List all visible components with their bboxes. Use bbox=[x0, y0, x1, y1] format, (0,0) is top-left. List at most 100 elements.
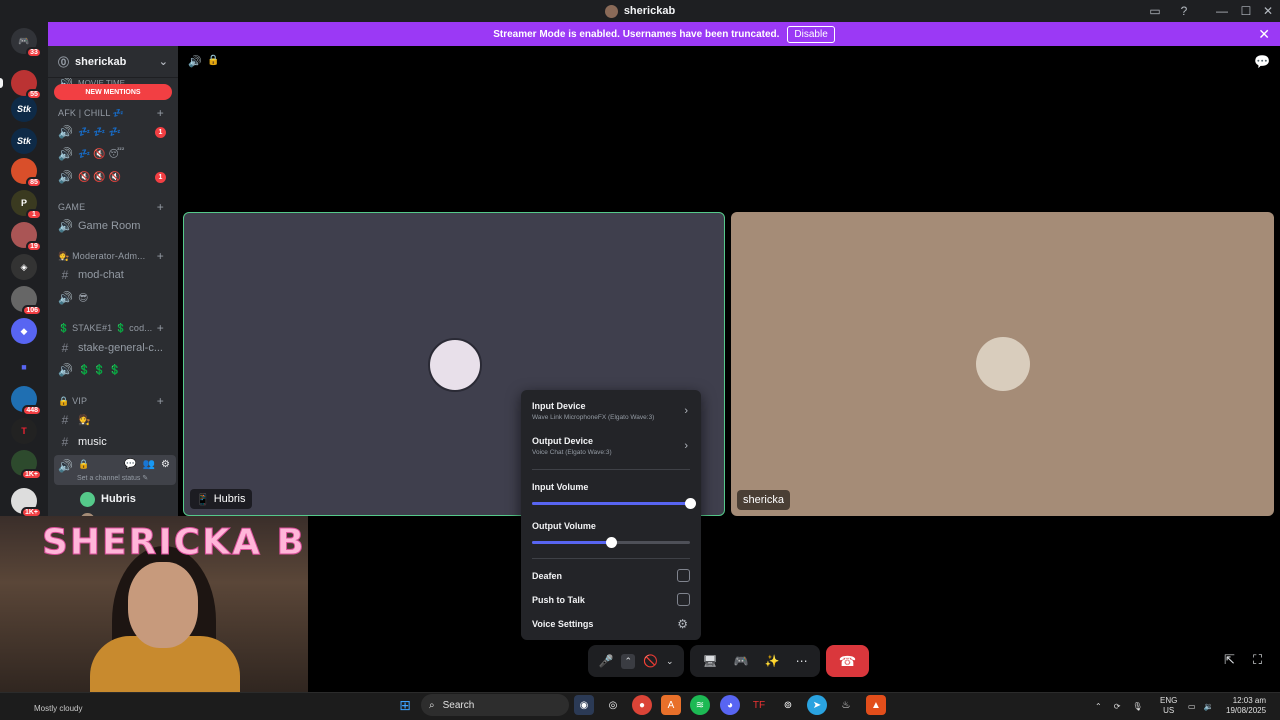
add-channel-icon[interactable]: + bbox=[157, 200, 164, 214]
voice-channel-mod[interactable]: 🔊 😎 bbox=[54, 288, 176, 308]
deafen-toggle-row[interactable]: Deafen bbox=[532, 571, 690, 581]
server-icon-2[interactable]: 85 bbox=[11, 158, 42, 188]
disconnect-button[interactable]: ☎ bbox=[826, 645, 869, 677]
voice-channel-game-room[interactable]: 🔊 Game Room bbox=[54, 216, 176, 236]
sync-icon[interactable]: ⟳ bbox=[1114, 702, 1121, 711]
server-header[interactable]: ⓪ sherickab ⌄ bbox=[48, 46, 178, 78]
category-moderator[interactable]: 🧑‍⚖️ Moderator-Adm... + bbox=[58, 248, 176, 264]
discord-icon[interactable]: ◕ bbox=[720, 695, 740, 715]
voice-user-hubris[interactable]: Hubris bbox=[76, 489, 176, 509]
server-icon-3[interactable]: P1 bbox=[11, 190, 42, 220]
server-icon-8[interactable]: 448 bbox=[11, 386, 42, 416]
slider-handle[interactable] bbox=[606, 537, 617, 548]
weather-text[interactable]: Mostly cloudy bbox=[34, 704, 82, 713]
voice-channel-afk2[interactable]: 🔊 💤 🔇 😴 bbox=[54, 144, 176, 164]
camera-off-icon[interactable]: 🚫 bbox=[643, 654, 658, 668]
text-channel-stake-general[interactable]: # stake-general-c... bbox=[54, 338, 176, 358]
category-stake[interactable]: 💲 STAKE#1 💲 cod... + bbox=[58, 320, 176, 336]
direct-messages-icon[interactable]: 🎮 33 bbox=[11, 28, 42, 58]
server-icon-6[interactable]: 106 bbox=[11, 286, 42, 316]
soundboard-icon[interactable]: ✨ bbox=[765, 654, 780, 668]
deafen-checkbox[interactable] bbox=[677, 569, 690, 582]
server-icon-1[interactable]: 55 bbox=[0, 70, 42, 100]
input-device-menu-item[interactable]: Input Device Wave Link MicrophoneFX (Elg… bbox=[532, 401, 690, 421]
server-icon-10[interactable]: 1K+ bbox=[11, 450, 42, 480]
channel-name: 😎 bbox=[78, 292, 89, 304]
steam-icon[interactable]: ♨ bbox=[836, 695, 856, 715]
title-avatar bbox=[604, 4, 618, 18]
category-game[interactable]: GAME + bbox=[58, 199, 176, 215]
voice-channel-stake[interactable]: 🔊 💲 💲 💲 bbox=[54, 360, 176, 380]
pop-out-icon[interactable]: ⇱ bbox=[1224, 652, 1235, 668]
new-mentions-button[interactable]: NEW MENTIONS bbox=[54, 84, 172, 100]
settings-icon[interactable]: ⚙ bbox=[161, 459, 170, 470]
menu-sublabel: Wave Link MicrophoneFX (Elgato Wave:3) bbox=[532, 414, 655, 421]
push-to-talk-row[interactable]: Push to Talk bbox=[532, 595, 690, 605]
category-vip[interactable]: 🔒 VIP + bbox=[58, 393, 176, 409]
screen-share-icon[interactable]: 🖥 bbox=[702, 654, 717, 668]
category-afk[interactable]: AFK | CHILL 💤 + bbox=[58, 105, 176, 121]
close-banner-button[interactable]: ✕ bbox=[1258, 22, 1270, 46]
language-indicator[interactable]: ENG US bbox=[1160, 692, 1177, 720]
input-volume-slider[interactable] bbox=[532, 498, 696, 509]
microphone-icon[interactable]: 🎤 bbox=[599, 654, 614, 668]
output-volume-slider[interactable] bbox=[532, 537, 690, 548]
chat-bubble-icon[interactable]: 💬 bbox=[1254, 54, 1270, 70]
taskbar-search[interactable]: ⌕ Search bbox=[421, 694, 569, 716]
voice-channel-afk1[interactable]: 🔊 💤 💤 💤 1 bbox=[54, 122, 176, 142]
chrome-icon[interactable]: ● bbox=[632, 695, 652, 715]
audio-options-chevron-icon[interactable]: ⌃ bbox=[621, 653, 635, 669]
region-code: US bbox=[1163, 706, 1175, 715]
camera-options-chevron-icon[interactable]: ⌄ bbox=[666, 656, 674, 667]
taskbar-app-1[interactable]: ◉ bbox=[574, 695, 594, 715]
server-icon-stake[interactable]: Stk bbox=[11, 96, 37, 122]
folder-icon[interactable]: ■ bbox=[11, 354, 37, 380]
taskbar-app-5[interactable]: ⊚ bbox=[778, 695, 798, 715]
voice-settings-row[interactable]: Voice Settings ⚙ bbox=[532, 617, 690, 631]
activities-icon[interactable]: 🎮 bbox=[734, 654, 749, 668]
taskbar-app-2[interactable]: ◎ bbox=[603, 695, 623, 715]
push-to-talk-checkbox[interactable] bbox=[677, 593, 690, 606]
taskbar-app-3[interactable]: A bbox=[661, 695, 681, 715]
inbox-icon[interactable]: ▭ bbox=[1146, 0, 1164, 22]
server-icon-5[interactable]: ◈ bbox=[11, 254, 37, 280]
voice-channel-afk3[interactable]: 🔊 🔇 🔇 🔇 1 bbox=[54, 167, 176, 187]
add-channel-icon[interactable]: + bbox=[157, 321, 164, 335]
text-channel-music[interactable]: # music bbox=[54, 432, 176, 452]
maximize-button[interactable]: ☐ bbox=[1236, 0, 1256, 22]
telegram-icon[interactable]: ➤ bbox=[807, 695, 827, 715]
minimize-button[interactable]: — bbox=[1212, 0, 1232, 22]
server-icon-9[interactable]: T bbox=[11, 418, 37, 444]
close-window-button[interactable]: ✕ bbox=[1258, 0, 1278, 22]
server-icon-11[interactable]: 1K+ bbox=[11, 488, 42, 518]
chevron-right-icon: › bbox=[684, 440, 688, 452]
chat-icon[interactable]: 💬 bbox=[124, 459, 136, 470]
clock[interactable]: 12:03 am 19/08/2025 bbox=[1226, 692, 1266, 720]
network-volume-tray[interactable]: ▭ 🔉 bbox=[1188, 692, 1214, 720]
mic-tray-icon[interactable]: 🎙 bbox=[1132, 702, 1142, 711]
text-channel-mod-chat[interactable]: # mod-chat bbox=[54, 265, 176, 285]
output-device-menu-item[interactable]: Output Device Voice Chat (Elgato Wave:3)… bbox=[532, 436, 690, 456]
add-channel-icon[interactable]: + bbox=[157, 249, 164, 263]
channel-status[interactable]: Set a channel status ✎ bbox=[77, 474, 148, 482]
server-icon-7[interactable]: ◆ bbox=[11, 318, 37, 344]
fullscreen-icon[interactable]: ⛶ bbox=[1253, 652, 1262, 668]
slider-handle[interactable] bbox=[685, 498, 696, 509]
more-options-icon[interactable]: ⋯ bbox=[796, 654, 808, 668]
hashtag-icon: # bbox=[61, 268, 69, 282]
server-icon-4[interactable]: 19 bbox=[11, 222, 42, 252]
spotify-icon[interactable]: ≋ bbox=[690, 695, 710, 715]
taskbar-app-4[interactable]: TF bbox=[749, 695, 769, 715]
add-channel-icon[interactable]: + bbox=[157, 106, 164, 120]
chevron-up-icon[interactable]: ⌃ bbox=[1095, 702, 1102, 711]
disable-streamer-mode-button[interactable]: Disable bbox=[787, 25, 835, 43]
participant-tile-shericka[interactable]: shericka bbox=[731, 212, 1274, 516]
windows-start-icon[interactable]: ⊞ bbox=[395, 695, 415, 715]
text-channel-vip[interactable]: # 🧑‍⚖️ bbox=[54, 410, 176, 430]
taskbar-app-6[interactable]: ▲ bbox=[866, 695, 886, 715]
invite-icon[interactable]: 👥 bbox=[143, 459, 155, 470]
menu-label: Output Volume bbox=[532, 521, 596, 531]
server-icon-stake-2[interactable]: Stk bbox=[11, 128, 37, 154]
add-channel-icon[interactable]: + bbox=[157, 394, 164, 408]
help-icon[interactable]: ? bbox=[1175, 0, 1193, 22]
